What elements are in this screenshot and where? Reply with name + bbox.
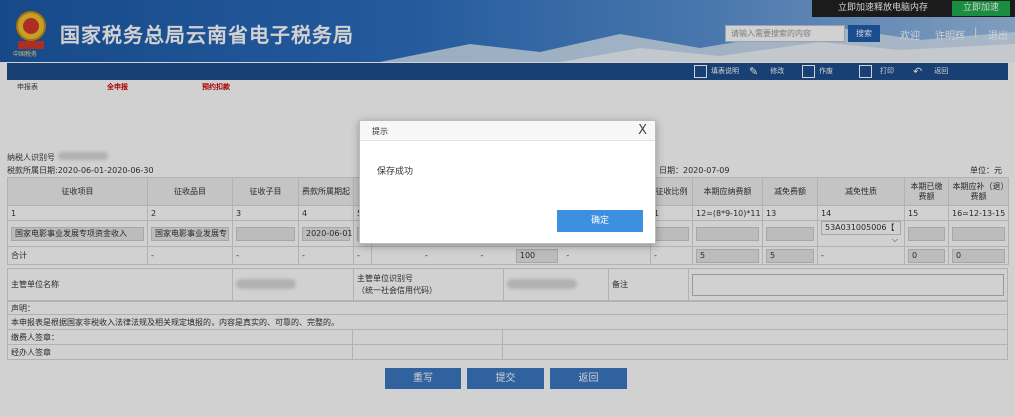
alert-dialog: 提示 X 保存成功 确定 — [359, 120, 656, 244]
dialog-message: 保存成功 — [377, 167, 414, 177]
dialog-title: 提示 — [372, 127, 388, 136]
confirm-button[interactable]: 确定 — [557, 210, 643, 232]
close-icon[interactable]: X — [638, 123, 647, 138]
dialog-header: 提示 X — [360, 121, 655, 141]
